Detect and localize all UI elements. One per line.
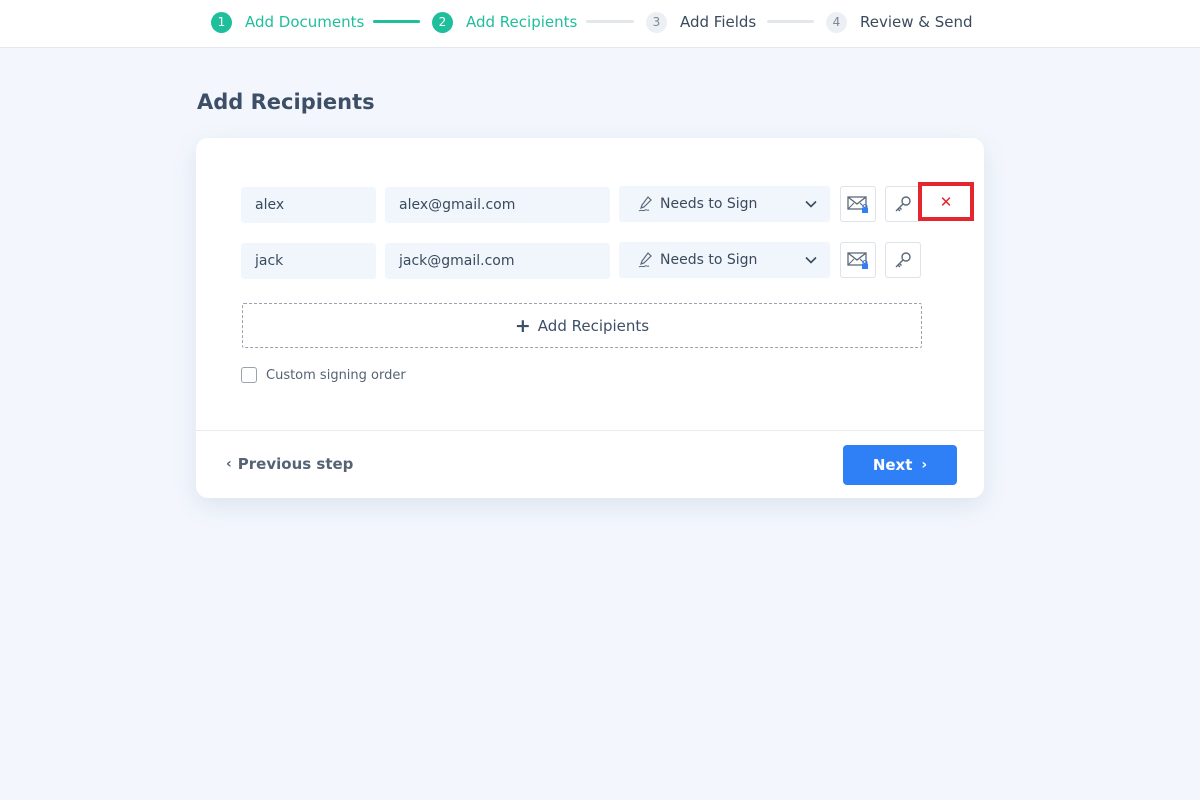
recipient-email-input[interactable]: alex@gmail.com (385, 187, 610, 223)
step-connector (373, 20, 420, 23)
stepper: 1 Add Documents 2 Add Recipients 3 Add F… (0, 0, 1200, 48)
step-label: Add Recipients (466, 13, 578, 31)
step-label: Add Documents (245, 13, 365, 31)
recipient-name-input[interactable]: alex (241, 187, 376, 223)
add-recipients-label: Add Recipients (537, 316, 650, 335)
previous-step-label: Previous step (237, 455, 354, 473)
add-recipients-button[interactable]: + Add Recipients (242, 303, 922, 348)
page-title: Add Recipients (197, 90, 375, 114)
remove-recipient-button[interactable]: ✕ (918, 182, 974, 221)
chevron-down-icon (805, 256, 817, 264)
key-icon (895, 252, 911, 268)
step-add-fields[interactable]: 3 Add Fields (646, 11, 756, 33)
step-label: Review & Send (860, 13, 973, 31)
email-lock-button[interactable] (840, 242, 876, 278)
signature-pen-icon (638, 252, 652, 268)
chevron-right-icon: › (921, 457, 928, 473)
step-connector (767, 20, 814, 23)
step-number: 3 (646, 11, 667, 33)
role-label: Needs to Sign (660, 252, 758, 268)
recipient-role-select[interactable]: Needs to Sign (619, 242, 830, 278)
email-lock-button[interactable] (840, 186, 876, 222)
recipient-role-select[interactable]: Needs to Sign (619, 186, 830, 222)
role-label: Needs to Sign (660, 196, 758, 212)
previous-step-button[interactable]: ‹ Previous step (226, 455, 353, 473)
step-label: Add Fields (680, 13, 757, 31)
access-key-button[interactable] (885, 242, 921, 278)
chevron-down-icon (805, 200, 817, 208)
recipients-card: alex alex@gmail.com Needs to Sign ✕ jack… (196, 138, 984, 498)
next-label: Next (872, 456, 913, 474)
custom-signing-order-label[interactable]: Custom signing order (266, 368, 406, 383)
step-add-recipients[interactable]: 2 Add Recipients (432, 11, 577, 33)
step-number: 2 (432, 11, 453, 33)
recipient-name-input[interactable]: jack (241, 243, 376, 279)
step-number: 1 (211, 11, 232, 33)
plus-icon: + (514, 314, 531, 337)
recipient-email-input[interactable]: jack@gmail.com (385, 243, 610, 279)
email-lock-icon (847, 196, 868, 213)
step-add-documents[interactable]: 1 Add Documents (211, 11, 364, 33)
chevron-left-icon: ‹ (226, 456, 232, 472)
step-number: 4 (826, 11, 847, 33)
email-lock-icon (847, 252, 868, 269)
step-review-send[interactable]: 4 Review & Send (826, 11, 973, 33)
divider (196, 430, 984, 431)
step-connector (586, 20, 634, 23)
key-icon (895, 196, 911, 212)
access-key-button[interactable] (885, 186, 921, 222)
custom-signing-order-checkbox[interactable] (241, 367, 257, 383)
custom-signing-order: Custom signing order (241, 367, 406, 383)
close-icon: ✕ (939, 192, 953, 211)
next-button[interactable]: Next › (843, 445, 957, 485)
signature-pen-icon (638, 196, 652, 212)
